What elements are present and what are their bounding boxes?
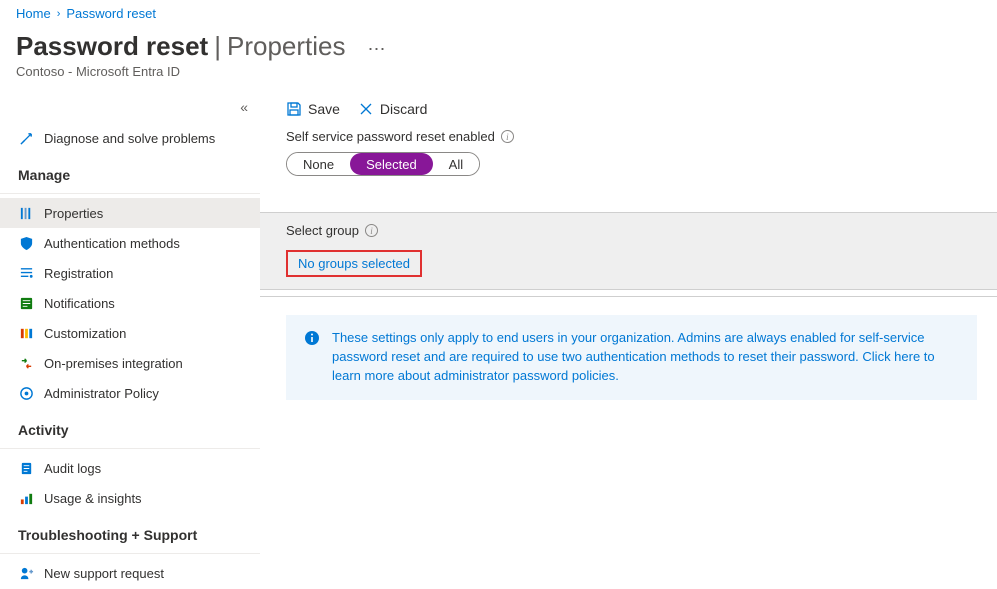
collapse-sidebar-button[interactable]: «	[240, 99, 248, 115]
save-label: Save	[308, 101, 340, 117]
select-group-block: Select group i No groups selected	[260, 212, 997, 290]
sidebar-item-registration[interactable]: Registration	[0, 258, 260, 288]
shield-icon	[18, 235, 34, 251]
sidebar-item-label: Audit logs	[44, 461, 101, 476]
sidebar-item-adminpolicy[interactable]: Administrator Policy	[0, 378, 260, 408]
discard-label: Discard	[380, 101, 427, 117]
sidebar-item-usage[interactable]: Usage & insights	[0, 483, 260, 513]
info-icon[interactable]: i	[365, 224, 378, 237]
sspr-segmented: None Selected All	[286, 152, 480, 176]
auditlogs-icon	[18, 460, 34, 476]
info-banner-icon	[304, 330, 320, 346]
sidebar-item-label: Diagnose and solve problems	[44, 131, 215, 146]
sidebar: « Diagnose and solve problems Manage Pro…	[0, 91, 260, 588]
save-button[interactable]: Save	[286, 101, 340, 117]
registration-icon	[18, 265, 34, 281]
save-icon	[286, 101, 302, 117]
notifications-icon	[18, 295, 34, 311]
info-banner-text[interactable]: These settings only apply to end users i…	[332, 329, 959, 386]
sspr-option-selected[interactable]: Selected	[350, 153, 433, 175]
properties-icon	[18, 205, 34, 221]
sidebar-item-onprem[interactable]: On-premises integration	[0, 348, 260, 378]
sidebar-item-label: Usage & insights	[44, 491, 142, 506]
sidebar-item-label: Authentication methods	[44, 236, 180, 251]
tenant-label: Contoso - Microsoft Entra ID	[16, 64, 981, 79]
discard-icon	[358, 101, 374, 117]
info-icon[interactable]: i	[501, 130, 514, 143]
toolbar: Save Discard	[260, 91, 997, 129]
select-group-label: Select group i	[286, 223, 977, 238]
customization-icon	[18, 325, 34, 341]
sidebar-item-diagnose[interactable]: Diagnose and solve problems	[0, 123, 260, 153]
sidebar-heading-manage: Manage	[0, 153, 260, 189]
sspr-label: Self service password reset enabled i	[286, 129, 977, 144]
no-groups-highlight: No groups selected	[286, 250, 422, 277]
discard-button[interactable]: Discard	[358, 101, 427, 117]
info-banner: These settings only apply to end users i…	[286, 315, 977, 400]
page-title-resource: Password reset	[16, 31, 208, 62]
sidebar-item-label: Notifications	[44, 296, 115, 311]
sidebar-item-newrequest[interactable]: New support request	[0, 558, 260, 588]
sidebar-item-label: Properties	[44, 206, 103, 221]
sidebar-item-label: On-premises integration	[44, 356, 183, 371]
sidebar-item-label: Customization	[44, 326, 126, 341]
support-icon	[18, 565, 34, 581]
more-actions-button[interactable]: ⋯	[349, 39, 386, 60]
sidebar-heading-activity: Activity	[0, 408, 260, 444]
usage-icon	[18, 490, 34, 506]
sspr-option-none[interactable]: None	[287, 153, 350, 175]
diagnose-icon	[18, 130, 34, 146]
sidebar-item-customization[interactable]: Customization	[0, 318, 260, 348]
sidebar-item-label: Registration	[44, 266, 113, 281]
main-content: Save Discard Self service password reset…	[260, 91, 997, 588]
sidebar-heading-troubleshoot: Troubleshooting + Support	[0, 513, 260, 549]
sidebar-item-label: Administrator Policy	[44, 386, 159, 401]
sidebar-item-properties[interactable]: Properties	[0, 198, 260, 228]
breadcrumb-separator-icon: ›	[57, 8, 61, 20]
sidebar-item-label: New support request	[44, 566, 164, 581]
sidebar-item-auditlogs[interactable]: Audit logs	[0, 453, 260, 483]
breadcrumb: Home › Password reset	[0, 0, 997, 27]
sidebar-item-authmethods[interactable]: Authentication methods	[0, 228, 260, 258]
sspr-option-all[interactable]: All	[433, 153, 479, 175]
no-groups-link[interactable]: No groups selected	[298, 256, 410, 271]
adminpolicy-icon	[18, 385, 34, 401]
page-header: Password reset | Properties ⋯ Contoso - …	[0, 27, 997, 91]
onprem-icon	[18, 355, 34, 371]
breadcrumb-home[interactable]: Home	[16, 6, 51, 21]
sidebar-item-notifications[interactable]: Notifications	[0, 288, 260, 318]
page-title-page: Properties	[227, 31, 346, 62]
title-divider: |	[212, 31, 223, 62]
breadcrumb-current[interactable]: Password reset	[66, 6, 156, 21]
